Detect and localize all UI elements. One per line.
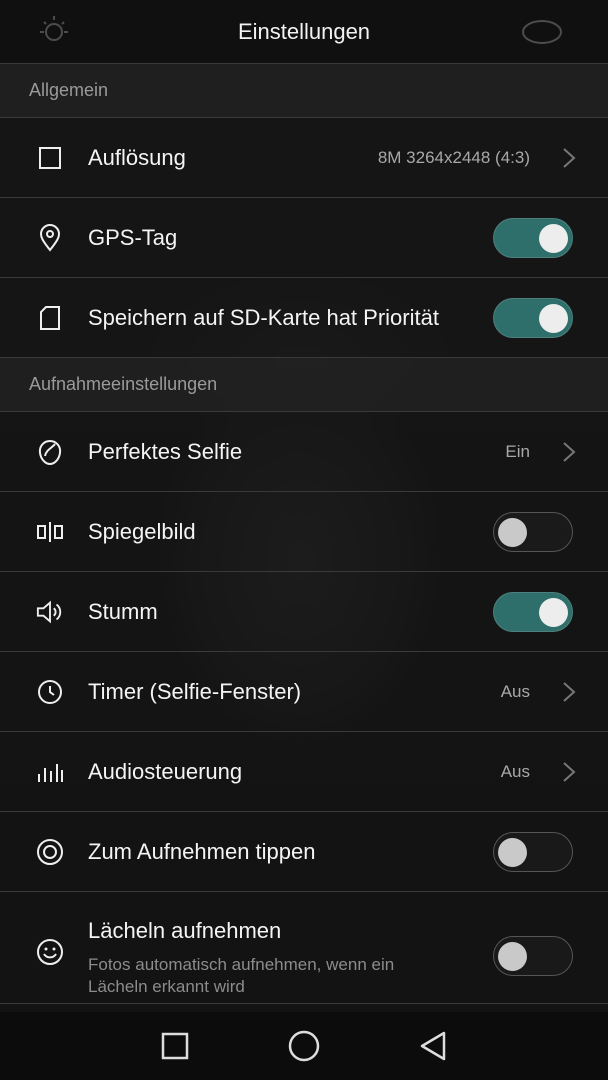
chevron-right-icon	[563, 441, 576, 462]
setting-value: Aus	[500, 761, 530, 781]
setting-value: 8M 3264x2448 (4:3)	[377, 147, 530, 167]
smile-icon	[36, 938, 64, 966]
system-navigation-bar	[0, 1012, 608, 1080]
section-header-general: Allgemein	[0, 64, 608, 118]
setting-label: Zum Aufnehmen tippen	[88, 838, 316, 864]
tap-capture-icon	[36, 838, 64, 866]
mute-toggle[interactable]	[493, 591, 573, 632]
mirror-toggle[interactable]	[493, 511, 573, 552]
setting-label: Timer (Selfie-Fenster)	[88, 678, 302, 704]
toggle-knob	[539, 303, 568, 333]
triangle-back-icon	[421, 1031, 446, 1061]
brightness-icon	[36, 14, 76, 55]
settings-list: Allgemein Auflösung 8M 3264x2448 (4:3) G…	[0, 64, 608, 1004]
setting-label: Speichern auf SD-Karte hat Priorität	[88, 304, 439, 330]
toggle-knob	[539, 223, 568, 253]
setting-label: GPS-Tag	[88, 224, 178, 250]
setting-timer[interactable]: Timer (Selfie-Fenster) Aus	[0, 652, 608, 732]
recents-button[interactable]	[155, 1026, 195, 1066]
settings-header: Einstellungen	[0, 0, 608, 64]
setting-gps-tag[interactable]: GPS-Tag	[0, 198, 608, 278]
section-header-capture: Aufnahmeeinstellungen	[0, 358, 608, 412]
sd-card-icon	[36, 304, 64, 332]
setting-sd-priority[interactable]: Speichern auf SD-Karte hat Priorität	[0, 278, 608, 358]
setting-smile-capture[interactable]: Lächeln aufnehmen Fotos automatisch aufn…	[0, 892, 608, 1004]
setting-label: Audiosteuerung	[88, 758, 243, 784]
chevron-right-icon	[563, 681, 576, 702]
speaker-icon	[36, 598, 64, 626]
setting-mute[interactable]: Stumm	[0, 572, 608, 652]
gps-tag-toggle[interactable]	[493, 217, 573, 258]
mirror-icon	[36, 518, 64, 546]
back-button[interactable]	[413, 1026, 453, 1066]
setting-label: Auflösung	[88, 144, 186, 170]
setting-description: Fotos automatisch aufnehmen, wenn ein Lä…	[88, 955, 395, 996]
sd-priority-toggle[interactable]	[493, 297, 573, 338]
setting-label: Spiegelbild	[88, 518, 196, 544]
square-frame-icon	[36, 144, 64, 172]
setting-mirror[interactable]: Spiegelbild	[0, 492, 608, 572]
home-button[interactable]	[284, 1026, 324, 1066]
setting-label: Stumm	[88, 598, 158, 624]
toggle-knob	[498, 837, 527, 867]
setting-label: Lächeln aufnehmen	[88, 918, 282, 943]
smile-capture-toggle[interactable]	[493, 936, 573, 976]
audio-bars-icon	[36, 758, 64, 786]
setting-tap-to-capture[interactable]: Zum Aufnehmen tippen	[0, 812, 608, 892]
chevron-right-icon	[563, 761, 576, 782]
toggle-knob	[498, 517, 527, 547]
setting-value: Aus	[500, 681, 530, 701]
location-pin-icon	[36, 223, 64, 252]
selfie-face-icon	[36, 438, 64, 466]
setting-perfect-selfie[interactable]: Perfektes Selfie Ein	[0, 412, 608, 492]
setting-resolution[interactable]: Auflösung 8M 3264x2448 (4:3)	[0, 118, 608, 198]
toggle-knob	[498, 942, 527, 971]
square-icon	[161, 1032, 188, 1060]
setting-audio-control[interactable]: Audiosteuerung Aus	[0, 732, 608, 812]
circle-icon	[288, 1030, 320, 1062]
setting-label: Perfektes Selfie	[88, 438, 243, 464]
setting-value: Ein	[505, 441, 530, 461]
toggle-knob	[539, 597, 568, 627]
tap-capture-toggle[interactable]	[493, 831, 573, 872]
switch-camera-icon	[520, 14, 564, 55]
chevron-right-icon	[563, 147, 576, 168]
page-title: Einstellungen	[237, 18, 371, 44]
clock-icon	[36, 678, 64, 706]
